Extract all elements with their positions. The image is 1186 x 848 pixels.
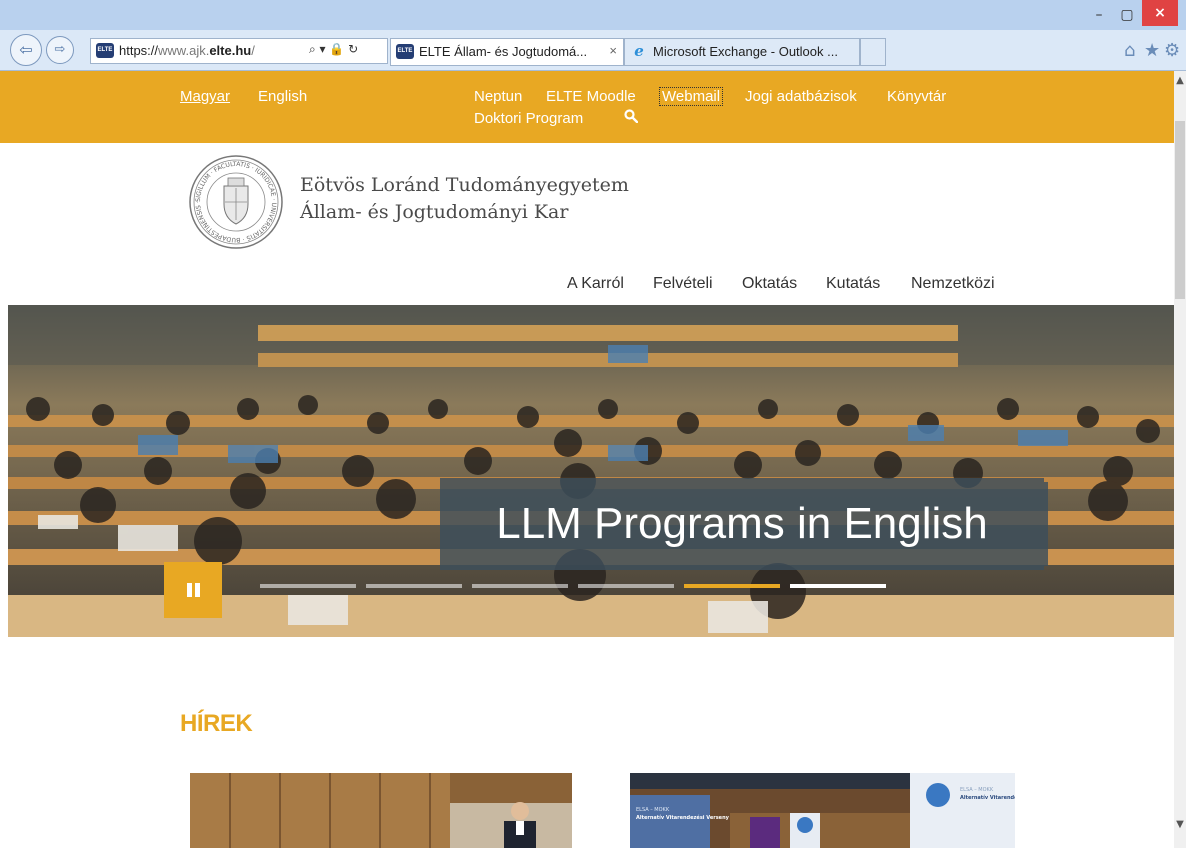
news-photo-2: ELSA – MOKK Alternatív Vitarendezési Ver… xyxy=(630,773,1015,848)
moodle-link[interactable]: ELTE Moodle xyxy=(546,88,636,105)
webmail-link[interactable]: Webmail xyxy=(658,87,724,106)
scrollbar-thumb[interactable] xyxy=(1175,121,1185,299)
news-thumb-2[interactable]: ELSA – MOKK Alternatív Vitarendezési Ver… xyxy=(630,773,1015,848)
tab-outlook[interactable]: e Microsoft Exchange - Outlook ... xyxy=(624,38,860,66)
svg-text:Alternatív Vitarendezési Verse: Alternatív Vitarendezési Verseny xyxy=(960,794,1015,801)
new-tab-button[interactable] xyxy=(860,38,886,66)
news-photo-1 xyxy=(190,773,572,848)
minimize-button[interactable]: – xyxy=(1086,4,1112,26)
favorites-star-icon[interactable]: ★ xyxy=(1144,40,1160,61)
faculty-name[interactable]: Állam- és Jogtudományi Kar xyxy=(300,201,568,223)
slide-indicator[interactable] xyxy=(790,584,886,588)
pause-bar-left-icon xyxy=(187,583,192,597)
close-window-button[interactable]: × xyxy=(1142,0,1178,26)
top-utility-bar xyxy=(0,71,1174,143)
elte-favicon-icon: ELTE xyxy=(396,44,414,59)
slide-indicator[interactable] xyxy=(578,584,674,588)
caption-edge xyxy=(1044,482,1048,566)
lang-english-link[interactable]: English xyxy=(258,88,307,105)
back-button[interactable]: ⇦ xyxy=(10,34,42,66)
pause-slider-button[interactable] xyxy=(164,562,222,618)
maximize-button[interactable]: ▢ xyxy=(1114,4,1140,26)
address-domain: elte.hu xyxy=(209,43,252,58)
nav-a-karrol[interactable]: A Karról xyxy=(567,275,624,293)
address-text: https://www.ajk.elte.hu/ xyxy=(119,43,255,58)
slide-indicator[interactable] xyxy=(366,584,462,588)
hero-caption[interactable]: LLM Programs in English xyxy=(440,478,1044,570)
address-host: www.ajk. xyxy=(158,43,210,58)
pause-bar-right-icon xyxy=(195,583,200,597)
nav-kutatas[interactable]: Kutatás xyxy=(826,275,880,293)
page-scrollbar[interactable]: ▲ ▼ xyxy=(1174,71,1186,848)
slide-indicators xyxy=(260,584,890,590)
svg-text:ELSA – MOKK: ELSA – MOKK xyxy=(636,807,670,813)
tab-elte[interactable]: ELTE ELTE Állam- és Jogtudomá... × xyxy=(390,38,624,66)
neptun-link[interactable]: Neptun xyxy=(474,88,522,105)
window-titlebar: – ▢ × xyxy=(0,0,1186,30)
home-icon[interactable]: ⌂ xyxy=(1124,40,1135,61)
university-name[interactable]: Eötvös Loránd Tudományegyetem xyxy=(300,174,629,196)
ie-favicon-icon: e xyxy=(634,42,644,60)
jogi-adatbazisok-link[interactable]: Jogi adatbázisok xyxy=(745,88,857,105)
news-thumb-1[interactable] xyxy=(190,773,572,848)
slide-indicator[interactable] xyxy=(260,584,356,588)
forward-button[interactable]: ⇨ xyxy=(46,36,74,64)
lang-magyar-link[interactable]: Magyar xyxy=(180,88,230,105)
address-bar-icons[interactable]: ⌕ ▾ 🔒 ↻ xyxy=(309,42,358,57)
settings-gear-icon[interactable]: ⚙ xyxy=(1164,40,1180,61)
tab-title: ELTE Állam- és Jogtudomá... xyxy=(419,44,588,59)
svg-text:Alternatív Vitarendezési Verse: Alternatív Vitarendezési Verseny xyxy=(636,814,730,821)
nav-felveteli[interactable]: Felvételi xyxy=(653,275,713,293)
address-prefix: https:// xyxy=(119,43,159,58)
tab-close-icon[interactable]: × xyxy=(609,43,617,58)
university-seal-logo[interactable]: SIGILLUM · FACULTATIS · IURIDICAE · UNIV… xyxy=(188,154,284,250)
scroll-down-arrow-icon[interactable]: ▼ xyxy=(1174,819,1186,830)
address-path: / xyxy=(251,43,255,58)
address-bar[interactable]: ELTE https://www.ajk.elte.hu/ ⌕ ▾ 🔒 ↻ xyxy=(90,38,388,64)
hero-caption-box[interactable]: LLM Programs in English xyxy=(440,478,1044,570)
konyvtar-link[interactable]: Könyvtár xyxy=(887,88,946,105)
browser-navbar: ⇦ ⇨ ELTE https://www.ajk.elte.hu/ ⌕ ▾ 🔒 … xyxy=(0,30,1186,71)
doktori-program-link[interactable]: Doktori Program xyxy=(474,110,583,127)
tab-title: Microsoft Exchange - Outlook ... xyxy=(653,44,838,59)
news-heading[interactable]: HÍREK xyxy=(180,710,253,738)
search-icon[interactable] xyxy=(624,109,638,123)
nav-nemzetkozi[interactable]: Nemzetközi xyxy=(911,275,995,293)
slide-indicator[interactable] xyxy=(472,584,568,588)
scroll-up-arrow-icon[interactable]: ▲ xyxy=(1174,75,1186,86)
svg-text:ELSA – MOKK: ELSA – MOKK xyxy=(960,787,994,793)
site-favicon-icon: ELTE xyxy=(96,43,114,58)
nav-oktatas[interactable]: Oktatás xyxy=(742,275,797,293)
slide-indicator-active[interactable] xyxy=(684,584,780,588)
